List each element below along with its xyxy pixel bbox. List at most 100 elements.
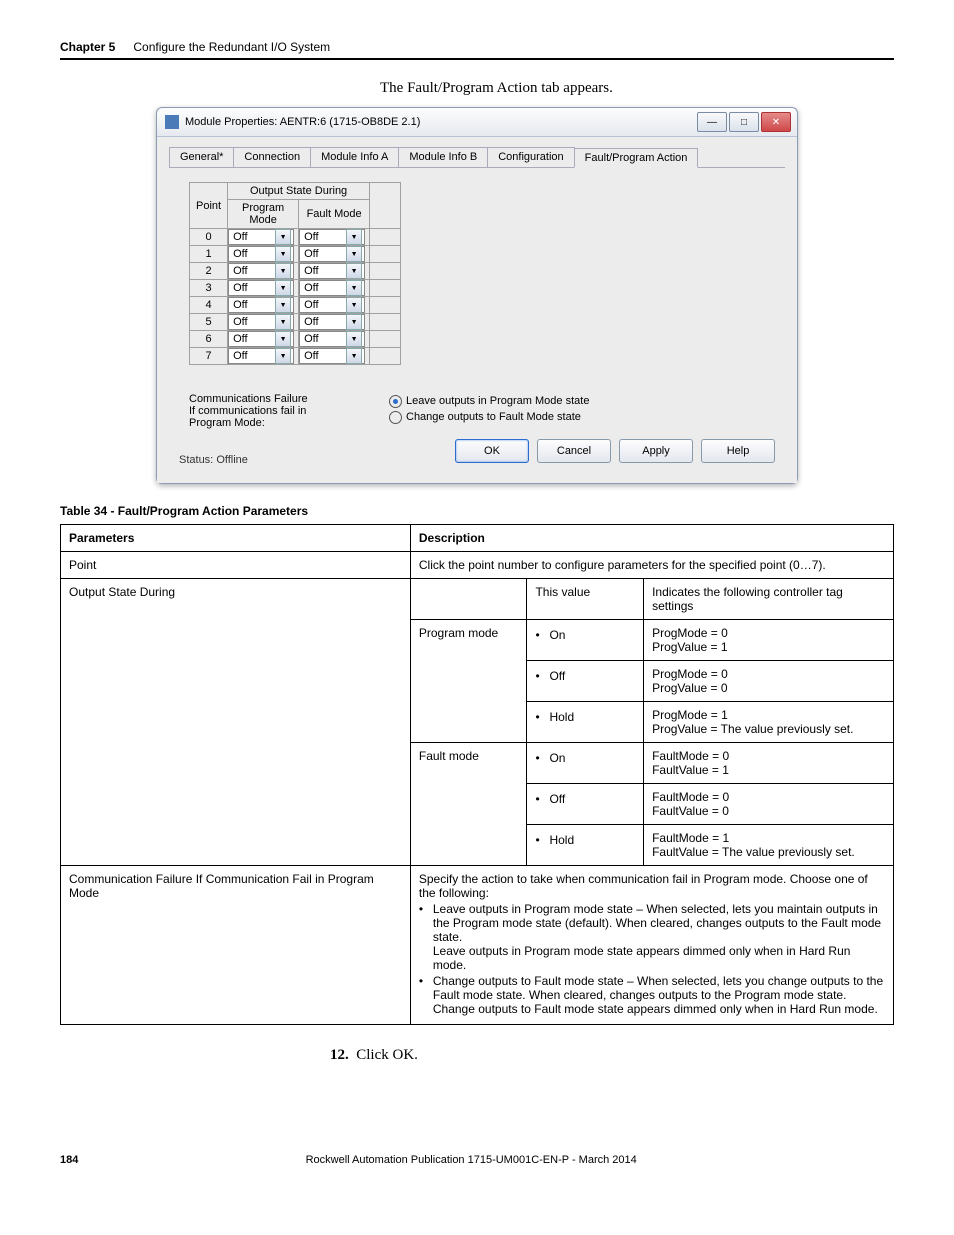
param-point: Point	[61, 552, 411, 579]
dialog-titlebar: Module Properties: AENTR:6 (1715-OB8DE 2…	[157, 108, 797, 137]
help-button[interactable]: Help	[701, 439, 775, 463]
close-button[interactable]: ✕	[761, 112, 791, 132]
intro-text: The Fault/Program Action tab appears.	[380, 80, 894, 97]
row-point: Point Click the point number to configur…	[61, 552, 894, 579]
program-mode-dropdown[interactable]: Off▼	[228, 331, 294, 347]
point-cell[interactable]: 7	[190, 348, 228, 365]
chevron-down-icon: ▼	[275, 263, 291, 279]
subhead-this-value: This value	[527, 579, 644, 620]
tag-prog-hold: ProgMode = 1 ProgValue = The value previ…	[644, 702, 894, 743]
val-off: Off	[527, 784, 644, 825]
app-icon	[165, 115, 179, 129]
chevron-down-icon: ▼	[275, 246, 291, 262]
fault-mode-dropdown[interactable]: Off▼	[299, 348, 365, 364]
chevron-down-icon: ▼	[346, 314, 362, 330]
param-comm-failure: Communication Failure If Communication F…	[61, 866, 411, 1025]
fault-mode-dropdown[interactable]: Off▼	[299, 229, 365, 245]
tab-general[interactable]: General*	[169, 147, 234, 167]
chevron-down-icon: ▼	[275, 314, 291, 330]
fault-mode-dropdown[interactable]: Off▼	[299, 331, 365, 347]
radio-leave-outputs[interactable]: Leave outputs in Program Mode state	[389, 393, 589, 409]
point-cell[interactable]: 4	[190, 297, 228, 314]
status-row: Status: Offline	[169, 444, 248, 466]
col-header-parameters: Parameters	[61, 525, 411, 552]
program-mode-dropdown[interactable]: Off▼	[228, 314, 294, 330]
param-output-state-during: Output State During	[61, 579, 411, 866]
program-mode-dropdown[interactable]: Off▼	[228, 263, 294, 279]
desc-comm-failure: Specify the action to take when communic…	[410, 866, 893, 1025]
val-hold: Hold	[527, 702, 644, 743]
row-comm-failure: Communication Failure If Communication F…	[61, 866, 894, 1025]
comm-bullet-2: Change outputs to Fault mode state – Whe…	[419, 974, 885, 1016]
chevron-down-icon: ▼	[275, 280, 291, 296]
comm-failure-heading: Communications Failure	[189, 393, 349, 405]
fault-mode-dropdown[interactable]: Off▼	[299, 263, 365, 279]
dialog-body: General* Connection Module Info A Module…	[157, 137, 797, 483]
point-cell[interactable]: 1	[190, 246, 228, 263]
table-caption: Table 34 - Fault/Program Action Paramete…	[60, 504, 894, 518]
tab-connection[interactable]: Connection	[233, 147, 311, 167]
ok-button[interactable]: OK	[455, 439, 529, 463]
comm-desc-intro: Specify the action to take when communic…	[419, 872, 885, 900]
page-footer: 184 Rockwell Automation Publication 1715…	[60, 1154, 894, 1166]
radio-label: Leave outputs in Program Mode state	[406, 393, 589, 409]
tag-prog-off: ProgMode = 0 ProgValue = 0	[644, 661, 894, 702]
val-on: On	[527, 620, 644, 661]
table-row: 4 Off▼ Off▼	[190, 297, 401, 314]
step-number: 12.	[330, 1047, 349, 1063]
tag-fault-off: FaultMode = 0 FaultValue = 0	[644, 784, 894, 825]
dialog-title: Module Properties: AENTR:6 (1715-OB8DE 2…	[185, 116, 420, 128]
point-cell[interactable]: 2	[190, 263, 228, 280]
program-mode-dropdown[interactable]: Off▼	[228, 297, 294, 313]
maximize-button[interactable]: □	[729, 112, 759, 132]
radio-change-outputs[interactable]: Change outputs to Fault Mode state	[389, 409, 589, 425]
fault-mode-dropdown[interactable]: Off▼	[299, 297, 365, 313]
col-header-point: Point	[190, 183, 228, 229]
program-mode-dropdown[interactable]: Off▼	[228, 280, 294, 296]
col-header-program-mode: Program Mode	[228, 200, 299, 229]
parameters-table: Parameters Description Point Click the p…	[60, 524, 894, 1025]
point-cell[interactable]: 6	[190, 331, 228, 348]
table-row: 6 Off▼ Off▼	[190, 331, 401, 348]
table-row: 5 Off▼ Off▼	[190, 314, 401, 331]
point-cell[interactable]: 3	[190, 280, 228, 297]
tab-fault-program-action[interactable]: Fault/Program Action	[574, 148, 699, 168]
chevron-down-icon: ▼	[275, 297, 291, 313]
status-label: Status:	[179, 454, 213, 466]
chevron-down-icon: ▼	[346, 280, 362, 296]
cell-fault-mode: Fault mode	[410, 743, 527, 866]
minimize-button[interactable]: —	[697, 112, 727, 132]
apply-button[interactable]: Apply	[619, 439, 693, 463]
program-mode-dropdown[interactable]: Off▼	[228, 229, 294, 245]
step-text: Click OK.	[356, 1047, 418, 1063]
dialog-window: Module Properties: AENTR:6 (1715-OB8DE 2…	[156, 107, 798, 484]
output-state-table: Point Output State During Program Mode F…	[189, 182, 401, 365]
table-row: 7 Off▼ Off▼	[190, 348, 401, 365]
point-cell[interactable]: 5	[190, 314, 228, 331]
cell-program-mode: Program mode	[410, 620, 527, 743]
comm-failure-label-block: Communications Failure If communications…	[189, 393, 349, 429]
program-mode-dropdown[interactable]: Off▼	[228, 246, 294, 262]
comm-desc-bullets: Leave outputs in Program mode state – Wh…	[419, 902, 885, 1016]
dialog-title-wrap: Module Properties: AENTR:6 (1715-OB8DE 2…	[165, 115, 420, 129]
val-on: On	[527, 743, 644, 784]
scroll-pad	[370, 183, 401, 229]
program-mode-dropdown[interactable]: Off▼	[228, 348, 294, 364]
chevron-down-icon: ▼	[346, 263, 362, 279]
chevron-down-icon: ▼	[275, 331, 291, 347]
fault-mode-dropdown[interactable]: Off▼	[299, 280, 365, 296]
tab-configuration[interactable]: Configuration	[487, 147, 574, 167]
tab-module-info-a[interactable]: Module Info A	[310, 147, 399, 167]
point-cell[interactable]: 0	[190, 229, 228, 246]
cancel-button[interactable]: Cancel	[537, 439, 611, 463]
tab-row: General* Connection Module Info A Module…	[169, 147, 785, 168]
fault-mode-dropdown[interactable]: Off▼	[299, 246, 365, 262]
table-row: 0 Off▼ Off▼	[190, 229, 401, 246]
fault-mode-dropdown[interactable]: Off▼	[299, 314, 365, 330]
chevron-down-icon: ▼	[275, 348, 291, 364]
radio-icon	[389, 411, 402, 424]
tab-module-info-b[interactable]: Module Info B	[398, 147, 488, 167]
col-header-fault-mode: Fault Mode	[299, 200, 370, 229]
comm-failure-subline1: If communications fail in	[189, 405, 349, 417]
table-row: 3 Off▼ Off▼	[190, 280, 401, 297]
